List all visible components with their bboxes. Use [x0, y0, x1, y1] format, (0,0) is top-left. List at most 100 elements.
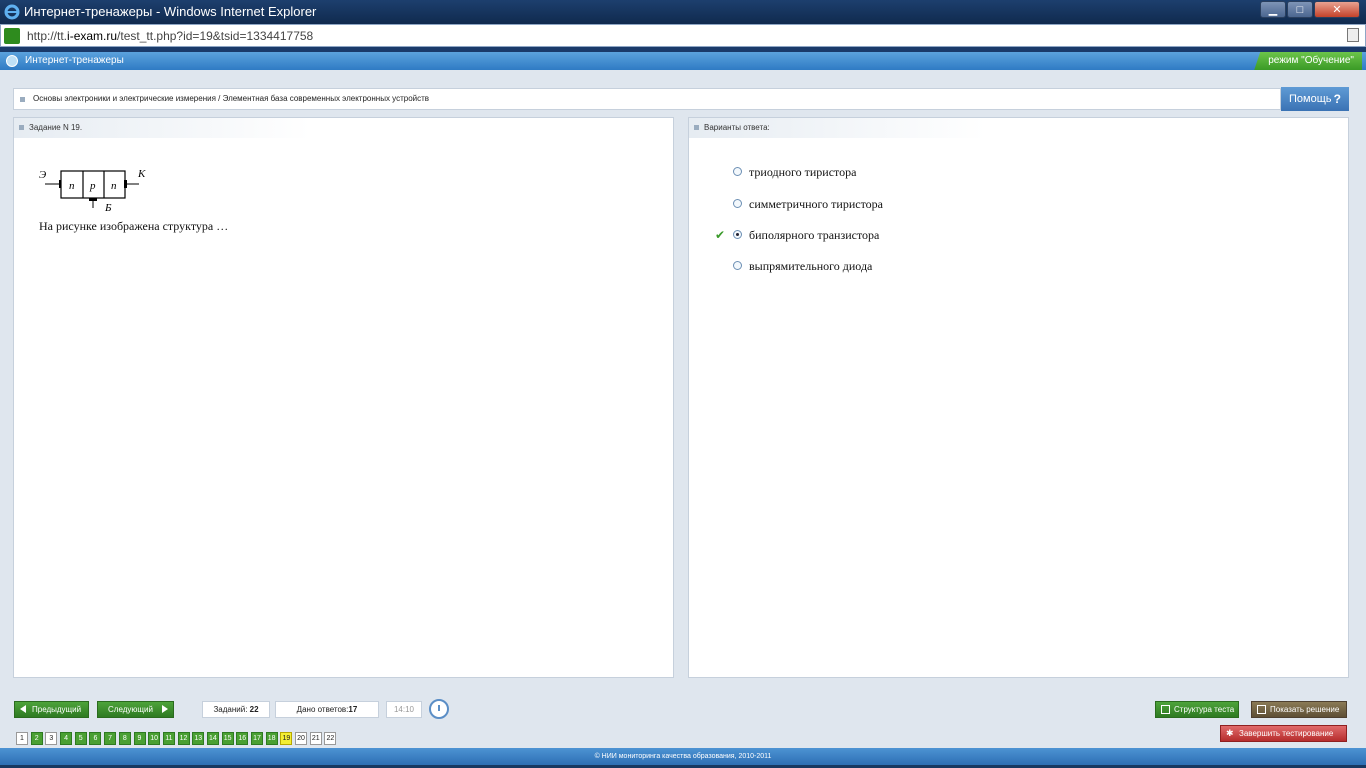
compatibility-view-icon[interactable]	[1347, 28, 1359, 42]
answer-option-text: симметричного тиристора	[749, 197, 883, 211]
previous-label: Предыдущий	[32, 705, 82, 714]
address-bar[interactable]: http://tt.i-exam.ru/test_tt.php?id=19&ts…	[0, 24, 1366, 47]
page-link-13[interactable]: 13	[192, 732, 205, 745]
question-mark-icon: ?	[1333, 92, 1341, 106]
answers-header: Варианты ответа:	[704, 123, 770, 132]
collector-label: К	[137, 168, 146, 180]
show-solution-button[interactable]: Показать решение	[1251, 701, 1347, 718]
page-link-9[interactable]: 9	[133, 732, 146, 745]
tasks-count: Заданий: 22	[202, 701, 270, 718]
tasks-label: Заданий:	[213, 705, 248, 714]
task-pager: 1 2 3 4 5 6 7 8 9 10 11 12 13 14 15 16 17 18 19 20 21 22	[16, 732, 339, 745]
footer: © НИИ мониторинга качества образования, …	[0, 748, 1366, 765]
arrow-left-icon	[20, 705, 26, 713]
address-url[interactable]: http://tt.i-exam.ru/test_tt.php?id=19&ts…	[27, 29, 313, 43]
maximize-button[interactable]: □	[1287, 1, 1313, 18]
test-structure-button[interactable]: Структура теста	[1155, 701, 1239, 718]
minimize-button[interactable]: ▁	[1260, 1, 1286, 18]
book-icon	[1257, 705, 1266, 714]
task-panel-header: Задание N 19.	[14, 118, 673, 138]
page-link-15[interactable]: 15	[221, 732, 234, 745]
answered-count: Дано ответов:17	[275, 701, 379, 718]
page-link-11[interactable]: 11	[162, 732, 175, 745]
answers-panel: Варианты ответа: триодного тиристора сим…	[688, 117, 1349, 678]
clock-icon[interactable]	[429, 699, 449, 719]
radio-button[interactable]	[733, 261, 742, 270]
correct-check-icon: ✔	[715, 228, 726, 242]
page-link-7[interactable]: 7	[104, 732, 117, 745]
page-link-14[interactable]: 14	[206, 732, 219, 745]
page-link-22[interactable]: 22	[324, 732, 337, 745]
page-link-20[interactable]: 20	[295, 732, 308, 745]
task-panel: Задание N 19. Э К Б n p n На рисунке изо…	[13, 117, 674, 678]
mode-badge: режим "Обучение"	[1254, 52, 1362, 70]
app-title: Интернет-тренажеры	[25, 55, 124, 66]
window-title: Интернет-тренажеры - Windows Internet Ex…	[24, 4, 317, 19]
finish-test-button[interactable]: ✱ Завершить тестирование	[1220, 725, 1347, 742]
page-link-12[interactable]: 12	[177, 732, 190, 745]
page-link-5[interactable]: 5	[74, 732, 87, 745]
breadcrumb: Основы электроники и электрические измер…	[13, 88, 1281, 110]
base-label: Б	[104, 202, 112, 214]
page-link-6[interactable]: 6	[89, 732, 102, 745]
answer-option-text: биполярного транзистора	[749, 228, 880, 242]
ie-icon	[4, 4, 20, 20]
finish-label: Завершить тестирование	[1239, 729, 1334, 738]
n-layer-label: n	[111, 180, 117, 192]
app-logo-icon	[6, 55, 18, 67]
page-link-16[interactable]: 16	[236, 732, 249, 745]
help-label: Помощь	[1289, 93, 1332, 105]
answered-label: Дано ответов:	[296, 705, 349, 714]
bullet-icon	[20, 97, 25, 102]
page-link-19[interactable]: 19	[280, 732, 293, 745]
clock-hand	[438, 705, 440, 711]
maximize-icon: □	[1296, 4, 1304, 16]
app-header: Интернет-тренажеры режим "Обучение"	[0, 52, 1366, 70]
page-link-3[interactable]: 3	[45, 732, 58, 745]
url-prefix: http://tt.	[27, 29, 68, 43]
n-layer-label: n	[69, 180, 75, 192]
tasks-value: 22	[249, 705, 259, 714]
close-icon: ✕	[1332, 4, 1342, 16]
close-button[interactable]: ✕	[1314, 1, 1360, 18]
url-path: /test_tt.php?id=19&tsid=1334417758	[117, 29, 314, 43]
answered-value: 17	[348, 705, 358, 714]
npn-structure-diagram: Э К Б n p n	[39, 168, 146, 214]
next-label: Следующий	[108, 705, 153, 714]
radio-button[interactable]	[733, 167, 742, 176]
page-link-17[interactable]: 17	[251, 732, 263, 745]
url-domain: i-exam.ru	[67, 29, 118, 43]
answer-option-text: триодного тиристора	[749, 165, 857, 179]
page-link-1[interactable]: 1	[16, 732, 28, 745]
bullet-icon	[19, 125, 24, 130]
next-button[interactable]: Следующий	[97, 701, 174, 718]
page-link-2[interactable]: 2	[30, 732, 43, 745]
page-link-18[interactable]: 18	[265, 732, 278, 745]
answers-panel-header: Варианты ответа:	[689, 118, 1348, 138]
p-layer-label: p	[89, 180, 96, 192]
page-link-10[interactable]: 10	[148, 732, 161, 745]
solution-label: Показать решение	[1270, 705, 1340, 714]
question-text: На рисунке изображена структура …	[39, 219, 229, 233]
structure-icon	[1161, 705, 1170, 714]
arrow-right-icon	[162, 705, 168, 713]
structure-label: Структура теста	[1174, 705, 1235, 714]
page-link-4[interactable]: 4	[60, 732, 73, 745]
window-controls: ▁ □ ✕	[1259, 1, 1360, 19]
radio-button[interactable]	[733, 199, 742, 208]
answer-option-text: выпрямительного диода	[749, 259, 873, 273]
page-link-8[interactable]: 8	[118, 732, 131, 745]
timer-display: 14:10	[386, 701, 422, 718]
help-button[interactable]: Помощь ?	[1281, 87, 1349, 111]
previous-button[interactable]: Предыдущий	[14, 701, 89, 718]
radio-button-selected[interactable]	[733, 230, 742, 239]
page-link-21[interactable]: 21	[309, 732, 322, 745]
task-number: Задание N 19.	[29, 123, 83, 132]
bullet-icon	[694, 125, 699, 130]
minimize-icon: ▁	[1268, 4, 1278, 16]
site-favicon-icon	[4, 28, 20, 44]
runner-icon: ✱	[1226, 728, 1234, 738]
breadcrumb-text: Основы электроники и электрические измер…	[33, 94, 430, 103]
window-titlebar: Интернет-тренажеры - Windows Internet Ex…	[0, 0, 1366, 24]
emitter-label: Э	[39, 169, 46, 181]
